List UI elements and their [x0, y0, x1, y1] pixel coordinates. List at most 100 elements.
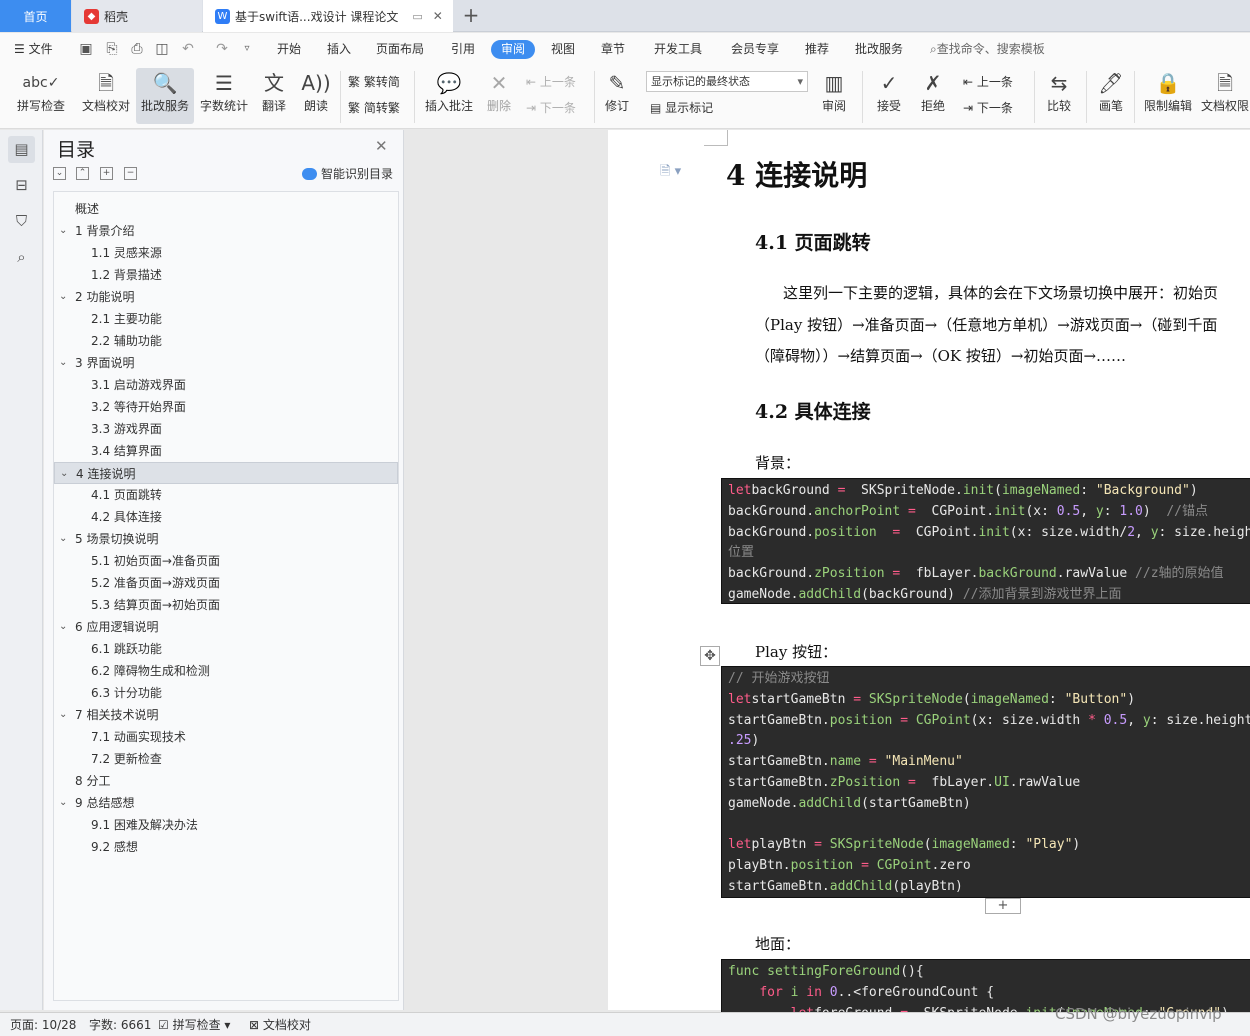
- chevron-down-icon[interactable]: ⌄: [60, 463, 68, 485]
- add-row-plus-icon[interactable]: +: [985, 898, 1021, 914]
- menu-chapter[interactable]: 章节: [601, 33, 625, 65]
- code-block-play-button[interactable]: // 开始游戏按钮 letstartGameBtn = SKSpriteNode(…: [721, 666, 1250, 898]
- toc-item[interactable]: ⌄ 9 总结感想: [54, 792, 398, 814]
- toc-item[interactable]: 4.2 具体连接: [54, 506, 398, 528]
- toc-item[interactable]: ⌄ 1 背景介绍: [54, 220, 398, 242]
- restrict-editing-button[interactable]: 🔒 限制编辑: [1142, 68, 1194, 124]
- next-change-button[interactable]: ⇥ 下一条: [963, 99, 1013, 117]
- toc-item[interactable]: 7.1 动画实现技术: [54, 726, 398, 748]
- toc-item[interactable]: 3.3 游戏界面: [54, 418, 398, 440]
- print-preview-icon[interactable]: ◫: [154, 41, 170, 57]
- toc-item[interactable]: 5.2 准备页面→游戏页面: [54, 572, 398, 594]
- menu-layout[interactable]: 页面布局: [376, 33, 424, 65]
- collapse-down-icon[interactable]: ⌄: [53, 167, 66, 180]
- expand-all-icon[interactable]: +: [100, 167, 113, 180]
- collapse-up-icon[interactable]: ⌃: [76, 167, 89, 180]
- toc-item[interactable]: 7.2 更新检查: [54, 748, 398, 770]
- prev-change-button[interactable]: ⇤ 上一条: [963, 73, 1013, 91]
- paragraph-mark-icon[interactable]: 🗎 ▾: [660, 162, 681, 184]
- toc-item[interactable]: ⌄ 3 界面说明: [54, 352, 398, 374]
- file-menu[interactable]: ☰ 文件: [14, 33, 53, 65]
- toc-close-icon[interactable]: ✕: [375, 137, 388, 155]
- reject-button[interactable]: ✗ 拒绝: [914, 68, 952, 124]
- document-permission-button[interactable]: 🗎 文档权限: [1200, 68, 1250, 124]
- toc-item[interactable]: ⌄ 7 相关技术说明: [54, 704, 398, 726]
- redo-icon[interactable]: ↷: [214, 41, 230, 57]
- chevron-down-icon[interactable]: ⌄: [59, 352, 67, 374]
- toc-item[interactable]: 5.3 结算页面→初始页面: [54, 594, 398, 616]
- tab-home[interactable]: 首页: [0, 0, 71, 32]
- toc-item[interactable]: 6.1 跳跃功能: [54, 638, 398, 660]
- toc-item[interactable]: 概述: [54, 198, 398, 220]
- menu-correction-service[interactable]: 批改服务: [855, 33, 903, 65]
- toc-item[interactable]: 3.2 等待开始界面: [54, 396, 398, 418]
- toc-item[interactable]: 9.2 感想: [54, 836, 398, 858]
- undo-icon[interactable]: ↶: [180, 41, 196, 57]
- quick-access-more-icon[interactable]: ▿: [239, 41, 255, 57]
- tab-document[interactable]: W 基于swift语...戏设计 课程论文 ▭ ✕: [203, 0, 453, 32]
- move-handle-icon[interactable]: ✥: [700, 646, 720, 666]
- spell-check-button[interactable]: abc✓ 拼写检查: [10, 68, 72, 124]
- toc-item[interactable]: 6.3 计分功能: [54, 682, 398, 704]
- save-icon[interactable]: ▣: [78, 41, 94, 57]
- read-aloud-button[interactable]: A)) 朗读: [300, 68, 332, 124]
- new-tab-plus-icon[interactable]: +: [460, 4, 482, 26]
- toc-item[interactable]: ⌄ 6 应用逻辑说明: [54, 616, 398, 638]
- markup-state-select[interactable]: 显示标记的最终状态: [646, 71, 808, 92]
- menu-start[interactable]: 开始: [277, 33, 301, 65]
- chevron-down-icon[interactable]: ⌄: [59, 792, 67, 814]
- toc-item[interactable]: ⌄ 2 功能说明: [54, 286, 398, 308]
- menu-insert[interactable]: 插入: [327, 33, 351, 65]
- word-count-indicator[interactable]: 字数: 6661: [89, 1013, 151, 1036]
- chevron-down-icon[interactable]: ⌄: [59, 616, 67, 638]
- next-comment-button[interactable]: ⇥ 下一条: [526, 99, 576, 117]
- status-proofread[interactable]: ⊠ 文档校对: [249, 1013, 311, 1036]
- translate-button[interactable]: 文翻译: [256, 68, 292, 124]
- menu-member[interactable]: 会员专享: [731, 33, 779, 65]
- show-markup-button[interactable]: ▤ 显示标记: [650, 99, 713, 117]
- toc-item[interactable]: 8 分工: [54, 770, 398, 792]
- toc-item[interactable]: 2.1 主要功能: [54, 308, 398, 330]
- collapse-all-icon[interactable]: −: [124, 167, 137, 180]
- reviewing-pane-button[interactable]: ▥ 审阅: [816, 68, 852, 124]
- print-icon[interactable]: ⎙: [129, 41, 145, 57]
- toc-item[interactable]: 3.4 结算界面: [54, 440, 398, 462]
- status-spell-check[interactable]: ☑ 拼写检查 ▾: [158, 1013, 230, 1036]
- chevron-down-icon[interactable]: ⌄: [59, 528, 67, 550]
- toc-item[interactable]: 6.2 障碍物生成和检测: [54, 660, 398, 682]
- tab-daoke[interactable]: ◆ 稻壳: [72, 0, 202, 32]
- menu-view[interactable]: 视图: [551, 33, 575, 65]
- proofread-button[interactable]: 🗎 文档校对: [80, 68, 132, 124]
- bookmark-icon[interactable]: ⛉: [8, 208, 35, 235]
- toc-item[interactable]: 5.1 初始页面→准备页面: [54, 550, 398, 572]
- export-pdf-icon[interactable]: ⎘: [104, 41, 120, 57]
- toc-item[interactable]: 1.2 背景描述: [54, 264, 398, 286]
- pen-button[interactable]: 🖊 画笔: [1094, 68, 1128, 124]
- insert-comment-button[interactable]: 💬 插入批注: [422, 68, 476, 124]
- toc-item[interactable]: 2.2 辅助功能: [54, 330, 398, 352]
- toc-item[interactable]: 9.1 困难及解决办法: [54, 814, 398, 836]
- delete-comment-button[interactable]: ✕ 删除: [482, 68, 516, 124]
- review-service-button[interactable]: 🔍 批改服务: [136, 68, 194, 124]
- menu-references[interactable]: 引用: [451, 33, 475, 65]
- compare-button[interactable]: ⇆ 比较: [1040, 68, 1078, 124]
- find-icon[interactable]: ⌕: [8, 244, 35, 271]
- menu-review[interactable]: 审阅: [491, 40, 536, 59]
- chevron-down-icon[interactable]: ⌄: [59, 220, 67, 242]
- toc-item[interactable]: 1.1 灵感来源: [54, 242, 398, 264]
- tab-restore-icon[interactable]: ▭: [412, 10, 422, 23]
- prev-comment-button[interactable]: ⇤ 上一条: [526, 73, 576, 91]
- accept-button[interactable]: ✓ 接受: [870, 68, 908, 124]
- track-changes-button[interactable]: ✎ 修订: [600, 68, 634, 124]
- simp-to-trad-button[interactable]: 繁 简转繁: [348, 99, 400, 117]
- menu-developer[interactable]: 开发工具: [654, 33, 702, 65]
- toc-item[interactable]: 4.1 页面跳转: [54, 484, 398, 506]
- smart-toc-button[interactable]: 智能识别目录: [302, 165, 393, 182]
- toc-item[interactable]: 3.1 启动游戏界面: [54, 374, 398, 396]
- trad-to-simp-button[interactable]: 繁 繁转简: [348, 73, 400, 91]
- chevron-down-icon[interactable]: ⌄: [59, 286, 67, 308]
- chapter-nav-icon[interactable]: ⊟: [8, 172, 35, 199]
- chevron-down-icon[interactable]: ⌄: [59, 704, 67, 726]
- command-search[interactable]: ⌕查找命令、搜索模板: [930, 33, 1045, 65]
- toc-item[interactable]: ⌄ 5 场景切换说明: [54, 528, 398, 550]
